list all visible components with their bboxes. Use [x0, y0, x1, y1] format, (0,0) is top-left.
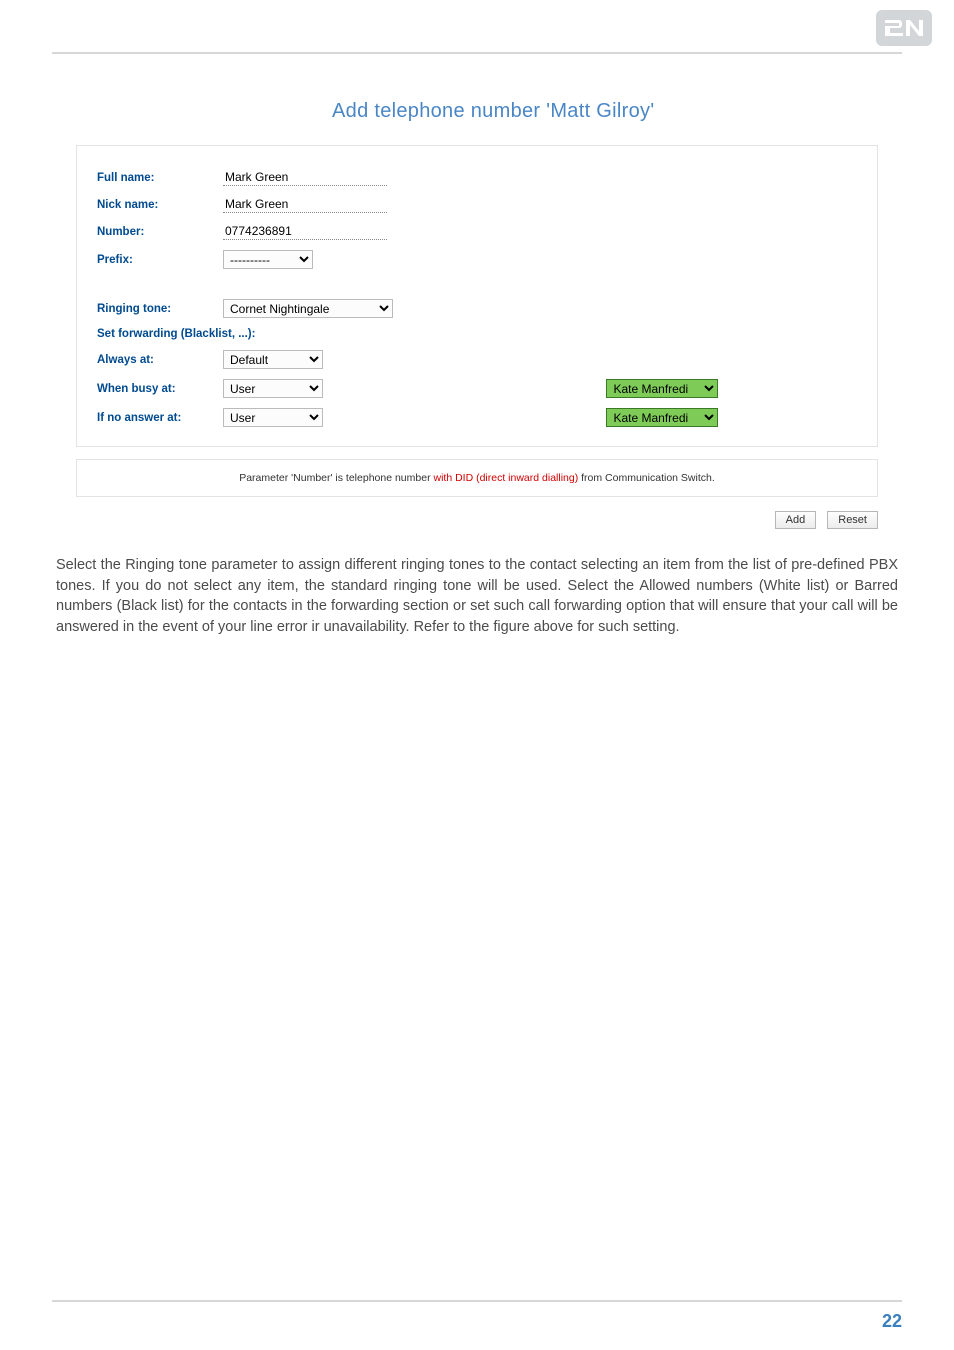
info-text-post: from Communication Switch. — [578, 472, 715, 484]
nickname-label: Nick name: — [93, 191, 219, 218]
busy-user-select[interactable]: Kate Manfredi — [606, 379, 718, 398]
ringtone-label: Ringing tone: — [93, 294, 219, 323]
always-label: Always at: — [93, 345, 219, 374]
prefix-label: Prefix: — [93, 245, 219, 274]
fullname-label: Full name: — [93, 164, 219, 191]
footer-divider — [52, 1300, 902, 1302]
add-button[interactable]: Add — [775, 511, 817, 529]
forwarding-heading: Set forwarding (Blacklist, ...): — [93, 323, 861, 345]
page-title: Add telephone number 'Matt Gilroy' — [332, 100, 902, 123]
number-input[interactable] — [223, 223, 387, 240]
busy-label: When busy at: — [93, 374, 219, 403]
number-label: Number: — [93, 218, 219, 245]
info-panel: Parameter 'Number' is telephone number w… — [76, 459, 878, 497]
prefix-select[interactable]: ---------- — [223, 250, 313, 269]
info-text-red: with DID (direct inward dialling) — [434, 472, 579, 484]
busy-select[interactable]: User — [223, 379, 323, 398]
always-select[interactable]: Default — [223, 350, 323, 369]
noanswer-select[interactable]: User — [223, 408, 323, 427]
page-number: 22 — [882, 1311, 902, 1332]
header-divider — [52, 52, 902, 54]
reset-button[interactable]: Reset — [827, 511, 878, 529]
ringtone-select[interactable]: Cornet Nightingale — [223, 299, 393, 318]
noanswer-user-select[interactable]: Kate Manfredi — [606, 408, 718, 427]
info-text-pre: Parameter 'Number' is telephone number — [239, 472, 433, 484]
fullname-input[interactable] — [223, 169, 387, 186]
brand-logo — [876, 10, 932, 46]
noanswer-label: If no answer at: — [93, 403, 219, 432]
body-paragraph: Select the Ringing tone parameter to ass… — [52, 555, 902, 637]
form-panel: Full name: Nick name: Number: Prefix: -- — [76, 145, 878, 447]
nickname-input[interactable] — [223, 196, 387, 213]
